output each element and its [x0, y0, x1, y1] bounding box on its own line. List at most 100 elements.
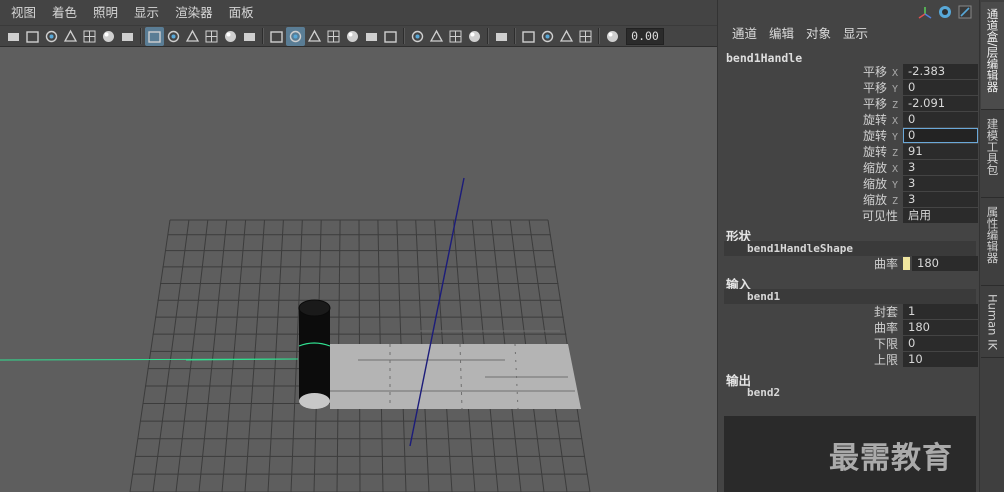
- toolbar-separator: [487, 28, 489, 44]
- textured-icon[interactable]: [324, 27, 343, 46]
- grease-pencil-icon[interactable]: [80, 27, 99, 46]
- 2d-pan-icon[interactable]: [99, 27, 118, 46]
- bend-cylinder[interactable]: [298, 299, 331, 409]
- viewport-3d-scene[interactable]: [0, 48, 717, 492]
- image-plane-icon[interactable]: [61, 27, 80, 46]
- attr-value-field[interactable]: 180: [903, 320, 978, 335]
- attr-label: 曲率: [873, 257, 898, 271]
- shape-curvature-row[interactable]: 曲率 180: [718, 256, 980, 272]
- menu-edit[interactable]: 编辑: [763, 24, 800, 44]
- toolbar-separator: [262, 28, 264, 44]
- toolbar-separator: [403, 28, 405, 44]
- input-node-bar[interactable]: bend1: [724, 289, 976, 304]
- attr-value-field[interactable]: 0: [903, 128, 978, 143]
- field-chart-icon[interactable]: [221, 27, 240, 46]
- attr-row[interactable]: 缩放 X 3: [718, 160, 980, 176]
- attr-axis: Z: [891, 100, 898, 111]
- attr-label-text: 旋转: [862, 145, 887, 159]
- motion-blur-icon[interactable]: [427, 27, 446, 46]
- attr-row[interactable]: 平移 X -2.383: [718, 64, 980, 80]
- attr-value-field[interactable]: 3: [903, 192, 978, 207]
- attr-label-text: 可见性: [861, 209, 898, 223]
- axis-gizmo-icon[interactable]: [917, 4, 933, 20]
- attr-label-text: 平移: [862, 65, 887, 79]
- menu-channels[interactable]: 通道: [726, 24, 763, 44]
- attr-label-text: 平移: [862, 97, 887, 111]
- attr-row[interactable]: 可见性 启用: [718, 208, 980, 224]
- exposure-icon[interactable]: [603, 27, 622, 46]
- output-node-name[interactable]: bend2: [747, 386, 780, 399]
- menu-shading[interactable]: 着色: [44, 0, 85, 25]
- menu-lighting[interactable]: 照明: [85, 0, 126, 25]
- attr-value-field[interactable]: 1: [903, 304, 978, 319]
- attr-axis: X: [891, 68, 898, 79]
- shape-node-bar[interactable]: bend1HandleShape: [724, 241, 976, 256]
- attr-row[interactable]: 旋转 Y 0: [718, 128, 980, 144]
- attr-value-field[interactable]: -2.091: [903, 96, 978, 111]
- safe-title-icon[interactable]: [240, 27, 259, 46]
- xray-joints-icon[interactable]: [538, 27, 557, 46]
- backface-icon[interactable]: [576, 27, 595, 46]
- wireframe-icon[interactable]: [267, 27, 286, 46]
- menu-show-channels[interactable]: 显示: [837, 24, 874, 44]
- attr-value-field[interactable]: 0: [903, 112, 978, 127]
- resolution-gate-icon[interactable]: [183, 27, 202, 46]
- tab-modeling-toolkit[interactable]: 建模工具包: [981, 112, 1004, 198]
- menu-panels[interactable]: 面板: [221, 0, 262, 25]
- menu-show[interactable]: 显示: [126, 0, 167, 25]
- attr-value-field[interactable]: 180: [912, 256, 978, 271]
- attr-label: 下限: [874, 336, 898, 352]
- attr-row[interactable]: 曲率 180: [718, 320, 980, 336]
- attr-value-field[interactable]: 0: [903, 336, 978, 351]
- checker-icon[interactable]: [343, 27, 362, 46]
- attr-row[interactable]: 平移 Z -2.091: [718, 96, 980, 112]
- attr-value-field[interactable]: -2.383: [903, 64, 978, 79]
- depth-of-field-icon[interactable]: [465, 27, 484, 46]
- menu-object[interactable]: 对象: [800, 24, 837, 44]
- tab-attribute-editor[interactable]: 属性编辑器: [981, 200, 1004, 286]
- exposure-value-field[interactable]: 0.00: [626, 27, 664, 45]
- menu-renderer[interactable]: 渲染器: [167, 0, 221, 25]
- attr-row[interactable]: 旋转 Z 91: [718, 144, 980, 160]
- attr-value-field[interactable]: 0: [903, 80, 978, 95]
- tab-human-ik[interactable]: Human IK: [981, 288, 1004, 358]
- refresh-icon[interactable]: [937, 4, 953, 20]
- attr-value-field[interactable]: 启用: [903, 208, 978, 223]
- film-gate-icon[interactable]: [164, 27, 183, 46]
- ambient-occlusion-icon[interactable]: [408, 27, 427, 46]
- node-name[interactable]: bend1Handle: [726, 51, 802, 65]
- gate-mask-icon[interactable]: [202, 27, 221, 46]
- attr-row[interactable]: 平移 Y 0: [718, 80, 980, 96]
- attr-row[interactable]: 缩放 Y 3: [718, 176, 980, 192]
- attr-axis: Y: [891, 180, 898, 191]
- tab-channel-box[interactable]: 通道盒/层编辑器: [981, 2, 1004, 110]
- multisample-icon[interactable]: [446, 27, 465, 46]
- attr-row[interactable]: 缩放 Z 3: [718, 192, 980, 208]
- default-material-icon[interactable]: [305, 27, 324, 46]
- attr-axis: X: [891, 116, 898, 127]
- shadows-icon[interactable]: [381, 27, 400, 46]
- attr-row[interactable]: 下限 0: [718, 336, 980, 352]
- layout-toggle-icon[interactable]: [957, 4, 973, 20]
- attr-row[interactable]: 旋转 X 0: [718, 112, 980, 128]
- camera-icon[interactable]: [4, 27, 23, 46]
- lock-camera-icon[interactable]: [23, 27, 42, 46]
- xray-components-icon[interactable]: [557, 27, 576, 46]
- attr-value-field[interactable]: 3: [903, 160, 978, 175]
- attr-row[interactable]: 上限 10: [718, 352, 980, 368]
- viewport-toolbar: 0.00: [0, 25, 717, 47]
- attr-value-field[interactable]: 3: [903, 176, 978, 191]
- bookmark-camera-icon[interactable]: [42, 27, 61, 46]
- attr-row[interactable]: 封套 1: [718, 304, 980, 320]
- isolate-select-icon[interactable]: [492, 27, 511, 46]
- grid-icon[interactable]: [145, 26, 164, 46]
- smooth-shade-icon[interactable]: [286, 26, 305, 46]
- attr-value-field[interactable]: 10: [903, 352, 978, 367]
- deformed-plane[interactable]: [330, 330, 581, 410]
- brush-icon[interactable]: [118, 27, 137, 46]
- shape-node-name: bend1HandleShape: [747, 242, 853, 255]
- attr-value-field[interactable]: 91: [903, 144, 978, 159]
- xray-icon[interactable]: [519, 27, 538, 46]
- menu-view[interactable]: 视图: [3, 0, 44, 25]
- lights-icon[interactable]: [362, 27, 381, 46]
